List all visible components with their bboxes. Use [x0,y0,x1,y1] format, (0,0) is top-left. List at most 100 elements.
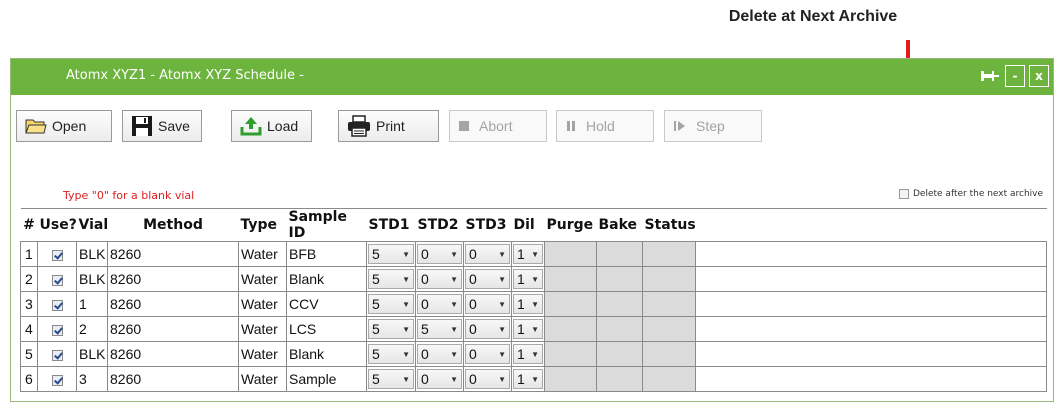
type-cell[interactable]: Water [238,366,287,392]
std2-cell[interactable]: 5 ▼ [415,316,464,342]
std1-select[interactable]: 5 ▼ [368,369,414,389]
save-button[interactable]: Save [122,110,202,142]
pin-icon[interactable] [979,65,1001,87]
std1-cell[interactable]: 5 ▼ [366,366,416,392]
load-button[interactable]: Load [231,110,312,142]
table-row[interactable]: 6 3 8260 Water Sample 5 ▼ 0 ▼ 0 ▼ 1 ▼ [20,366,1047,392]
open-button[interactable]: Open [16,110,112,142]
std2-cell[interactable]: 0 ▼ [415,241,464,267]
col-header-use[interactable]: Use? [37,208,77,242]
type-cell[interactable]: Water [238,241,287,267]
sample-id-cell[interactable]: LCS [286,316,367,342]
std1-select[interactable]: 5 ▼ [368,319,414,339]
table-row[interactable]: 1 BLK 8260 Water BFB 5 ▼ 0 ▼ 0 ▼ 1 ▼ [20,241,1047,267]
hold-button[interactable]: Hold [556,110,654,142]
dil-select[interactable]: 1 ▼ [513,344,543,364]
std3-cell[interactable]: 0 ▼ [463,366,512,392]
use-cell[interactable] [37,291,77,317]
abort-button[interactable]: Abort [449,110,547,142]
use-checkbox[interactable] [51,374,63,386]
type-cell[interactable]: Water [238,341,287,367]
dil-select[interactable]: 1 ▼ [513,244,543,264]
std2-select[interactable]: 0 ▼ [417,369,462,389]
std2-cell[interactable]: 0 ▼ [415,266,464,292]
method-cell[interactable]: 8260 [107,366,239,392]
table-row[interactable]: 5 BLK 8260 Water Blank 5 ▼ 0 ▼ 0 ▼ 1 ▼ [20,341,1047,367]
sample-id-cell[interactable]: BFB [286,241,367,267]
method-cell[interactable]: 8260 [107,291,239,317]
std3-select[interactable]: 0 ▼ [465,369,510,389]
std1-cell[interactable]: 5 ▼ [366,291,416,317]
use-checkbox[interactable] [51,324,63,336]
sample-id-cell[interactable]: Blank [286,266,367,292]
dil-cell[interactable]: 1 ▼ [511,241,545,267]
col-header-purge[interactable]: Purge [544,208,597,242]
std3-cell[interactable]: 0 ▼ [463,316,512,342]
use-checkbox[interactable] [51,299,63,311]
col-header-num[interactable]: # [20,208,38,242]
dil-cell[interactable]: 1 ▼ [511,366,545,392]
col-header-bake[interactable]: Bake [596,208,643,242]
vial-cell[interactable]: BLK [76,266,108,292]
col-header-dil[interactable]: Dil [511,208,545,242]
std3-cell[interactable]: 0 ▼ [463,341,512,367]
vial-cell[interactable]: 1 [76,291,108,317]
std2-select[interactable]: 0 ▼ [417,269,462,289]
dil-cell[interactable]: 1 ▼ [511,341,545,367]
type-cell[interactable]: Water [238,316,287,342]
std1-cell[interactable]: 5 ▼ [366,316,416,342]
use-cell[interactable] [37,241,77,267]
dil-select[interactable]: 1 ▼ [513,294,543,314]
use-cell[interactable] [37,366,77,392]
step-button[interactable]: Step [664,110,762,142]
std2-select[interactable]: 0 ▼ [417,244,462,264]
std1-select[interactable]: 5 ▼ [368,294,414,314]
col-header-std2[interactable]: STD2 [415,208,464,242]
use-cell[interactable] [37,266,77,292]
table-row[interactable]: 4 2 8260 Water LCS 5 ▼ 5 ▼ 0 ▼ 1 ▼ [20,316,1047,342]
std3-cell[interactable]: 0 ▼ [463,241,512,267]
type-cell[interactable]: Water [238,266,287,292]
use-checkbox[interactable] [51,274,63,286]
vial-cell[interactable]: 2 [76,316,108,342]
table-row[interactable]: 2 BLK 8260 Water Blank 5 ▼ 0 ▼ 0 ▼ 1 ▼ [20,266,1047,292]
std3-cell[interactable]: 0 ▼ [463,266,512,292]
std2-select[interactable]: 5 ▼ [417,319,462,339]
dil-cell[interactable]: 1 ▼ [511,316,545,342]
dil-select[interactable]: 1 ▼ [513,319,543,339]
col-header-method[interactable]: Method [107,208,239,242]
col-header-sample-id[interactable]: Sample ID [286,208,367,242]
dil-cell[interactable]: 1 ▼ [511,291,545,317]
col-header-vial[interactable]: Vial [76,208,108,242]
std2-cell[interactable]: 0 ▼ [415,366,464,392]
use-checkbox[interactable] [51,249,63,261]
std2-select[interactable]: 0 ▼ [417,344,462,364]
std3-select[interactable]: 0 ▼ [465,244,510,264]
delete-after-archive-checkbox[interactable] [899,189,909,199]
minimize-button[interactable]: - [1005,65,1025,87]
vial-cell[interactable]: BLK [76,241,108,267]
vial-cell[interactable]: 3 [76,366,108,392]
col-header-status[interactable]: Status [642,208,696,242]
dil-cell[interactable]: 1 ▼ [511,266,545,292]
std1-select[interactable]: 5 ▼ [368,344,414,364]
std1-cell[interactable]: 5 ▼ [366,241,416,267]
use-checkbox[interactable] [51,349,63,361]
std1-select[interactable]: 5 ▼ [368,269,414,289]
table-row[interactable]: 3 1 8260 Water CCV 5 ▼ 0 ▼ 0 ▼ 1 ▼ [20,291,1047,317]
std3-cell[interactable]: 0 ▼ [463,291,512,317]
std3-select[interactable]: 0 ▼ [465,319,510,339]
col-header-std1[interactable]: STD1 [366,208,416,242]
std2-cell[interactable]: 0 ▼ [415,341,464,367]
method-cell[interactable]: 8260 [107,316,239,342]
vial-cell[interactable]: BLK [76,341,108,367]
sample-id-cell[interactable]: CCV [286,291,367,317]
type-cell[interactable]: Water [238,291,287,317]
sample-id-cell[interactable]: Blank [286,341,367,367]
std1-cell[interactable]: 5 ▼ [366,341,416,367]
print-button[interactable]: Print [338,110,439,142]
dil-select[interactable]: 1 ▼ [513,369,543,389]
method-cell[interactable]: 8260 [107,341,239,367]
std1-select[interactable]: 5 ▼ [368,244,414,264]
std2-cell[interactable]: 0 ▼ [415,291,464,317]
